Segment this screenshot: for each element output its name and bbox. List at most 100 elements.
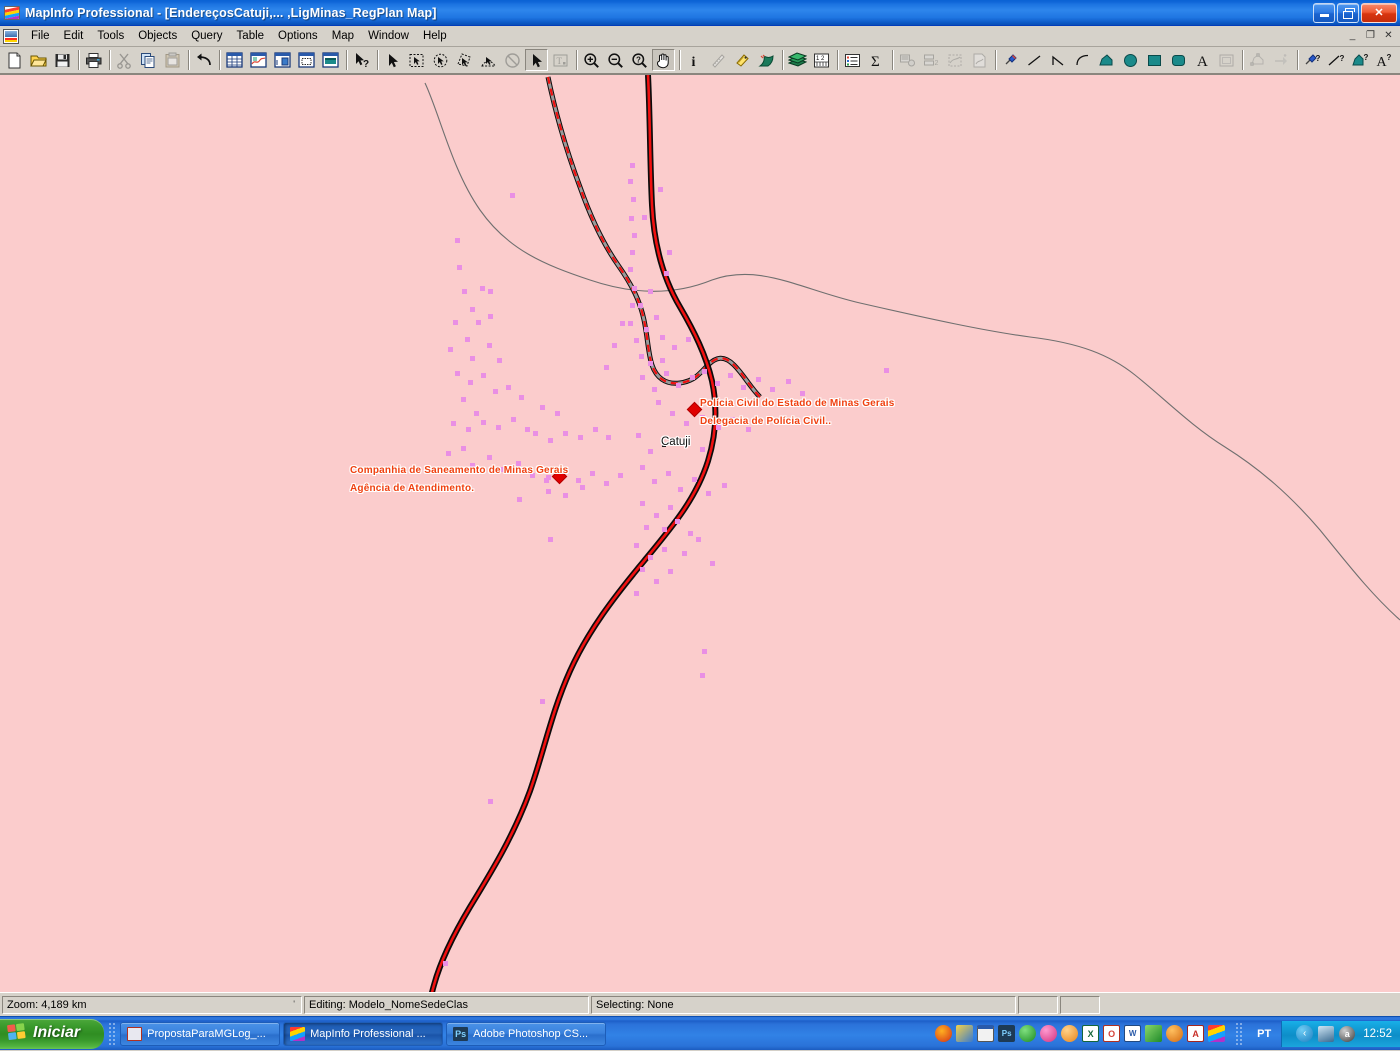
mdi-close-button[interactable]: ✕ [1380, 28, 1397, 44]
mapinfo-logo-icon[interactable] [4, 5, 20, 20]
outlook-icon[interactable]: O [1103, 1025, 1121, 1042]
polyline-icon[interactable] [1047, 49, 1070, 71]
menu-help[interactable]: Help [416, 28, 454, 44]
mdi-minimize-button[interactable]: _ [1344, 28, 1361, 44]
status-editing-panel[interactable]: Editing: Modelo_NomeSedeClas [304, 995, 589, 1014]
statistics-list-icon[interactable] [841, 49, 864, 71]
info-tool-icon[interactable]: i [683, 49, 706, 71]
label-tag-icon[interactable] [731, 49, 754, 71]
copy-pages-icon[interactable] [137, 49, 160, 71]
mapinfo-logo-icon[interactable] [1208, 1025, 1226, 1042]
utility-icon[interactable] [956, 1025, 974, 1042]
text-style-icon[interactable]: A? [1373, 49, 1396, 71]
restore-button[interactable] [1337, 2, 1359, 23]
drag-map-window-icon[interactable] [755, 49, 778, 71]
symbol-style-icon[interactable]: ? [1301, 49, 1324, 71]
photoshop-icon[interactable]: Ps [998, 1025, 1016, 1042]
window-icon[interactable] [977, 1025, 995, 1042]
green-shield-icon[interactable] [1019, 1025, 1037, 1042]
undo-arrow-icon[interactable] [192, 49, 215, 71]
excel-icon[interactable]: X [1082, 1025, 1100, 1042]
new-document-icon[interactable] [3, 49, 26, 71]
ellipse-icon[interactable] [1119, 49, 1142, 71]
set-target-district-icon[interactable] [896, 49, 919, 71]
menu-table[interactable]: Table [230, 28, 272, 44]
open-folder-icon[interactable] [27, 49, 50, 71]
sigma-sum-icon[interactable]: Σ [865, 49, 888, 71]
line-style-icon[interactable]: ? [1325, 49, 1348, 71]
select-arrow-icon[interactable] [381, 49, 404, 71]
network-icon[interactable] [1318, 1025, 1335, 1042]
unselect-all-icon[interactable] [501, 49, 524, 71]
firefox-icon[interactable] [935, 1025, 953, 1042]
zoom-question-icon[interactable]: ? [628, 49, 651, 71]
orange-circle-icon[interactable] [1061, 1025, 1079, 1042]
printer-icon[interactable] [82, 49, 105, 71]
pan-hand-icon[interactable] [652, 49, 675, 71]
save-disk-icon[interactable] [51, 49, 74, 71]
map-canvas[interactable]: Catuji Polícia Civil do Estado de Minas … [0, 74, 1400, 992]
document-icon[interactable] [3, 28, 19, 44]
clip-region-icon[interactable] [944, 49, 967, 71]
line-icon[interactable] [1023, 49, 1046, 71]
messenger-icon[interactable] [1145, 1025, 1163, 1042]
word-icon[interactable]: W [1124, 1025, 1142, 1042]
add-node-icon[interactable] [1270, 49, 1293, 71]
zoom-out-magnifier-icon[interactable] [604, 49, 627, 71]
start-button[interactable]: Iniciar [0, 1019, 105, 1049]
symbol-pin-icon[interactable] [999, 49, 1022, 71]
pink-app-icon[interactable] [1040, 1025, 1058, 1042]
status-zoom-panel[interactable]: Zoom: 4,189 km ' [2, 995, 302, 1014]
status-selecting-panel[interactable]: Selecting: None [591, 995, 1016, 1014]
new-redistrict-icon[interactable] [319, 49, 342, 71]
arc-icon[interactable] [1071, 49, 1094, 71]
taskbar-grip[interactable] [108, 1021, 117, 1046]
new-mapper-icon[interactable] [247, 49, 270, 71]
clip-region-off-icon[interactable] [968, 49, 991, 71]
tray-grip[interactable] [1235, 1021, 1244, 1046]
media-player-icon[interactable] [1166, 1025, 1184, 1042]
radius-select-icon[interactable] [429, 49, 452, 71]
acrobat-reader-icon[interactable]: A [1187, 1025, 1205, 1042]
text-letter-a-icon[interactable]: A [1191, 49, 1214, 71]
marquee-select-icon[interactable] [405, 49, 428, 71]
new-graph-icon[interactable] [271, 49, 294, 71]
scissors-cut-icon[interactable] [113, 49, 136, 71]
window-title-bar[interactable]: MapInfo Professional - [EndereçosCatuji,… [0, 0, 1400, 26]
polygon-select-icon[interactable] [453, 49, 476, 71]
taskbar-clock[interactable]: 12:52 [1363, 1028, 1392, 1040]
status-panel-5[interactable] [1060, 995, 1100, 1014]
context-help-arrow-icon[interactable]: ? [350, 49, 373, 71]
rectangle-icon[interactable] [1143, 49, 1166, 71]
antivirus-icon[interactable]: a [1339, 1025, 1356, 1042]
minimize-button[interactable] [1313, 2, 1335, 23]
close-button[interactable]: ✕ [1361, 2, 1397, 23]
zoom-in-magnifier-icon[interactable] [580, 49, 603, 71]
language-indicator[interactable]: PT [1247, 1028, 1281, 1040]
menu-query[interactable]: Query [184, 28, 229, 44]
new-browser-grid-icon[interactable] [223, 49, 246, 71]
clipboard-paste-icon[interactable] [161, 49, 184, 71]
menu-objects[interactable]: Objects [131, 28, 184, 44]
menu-map[interactable]: Map [325, 28, 361, 44]
menu-options[interactable]: Options [271, 28, 325, 44]
select-text-icon[interactable]: T [549, 49, 572, 71]
taskbar-item-mapinfo[interactable]: MapInfo Professional ... [283, 1021, 444, 1046]
layer-control-books-icon[interactable] [786, 49, 809, 71]
legend-numbers-icon[interactable]: 1 2 [810, 49, 833, 71]
menu-tools[interactable]: Tools [90, 28, 131, 44]
menu-edit[interactable]: Edit [57, 28, 91, 44]
mdi-restore-button[interactable]: ❐ [1362, 28, 1379, 44]
menu-file[interactable]: File [24, 28, 57, 44]
rounded-rectangle-icon[interactable] [1167, 49, 1190, 71]
new-layout-icon[interactable] [295, 49, 318, 71]
taskbar-item-photoshop[interactable]: Ps Adobe Photoshop CS... [446, 1021, 607, 1046]
ruler-icon[interactable] [707, 49, 730, 71]
assign-selection-icon[interactable]: 2 [920, 49, 943, 71]
boundary-select-icon[interactable] [477, 49, 500, 71]
menu-window[interactable]: Window [361, 28, 416, 44]
polygon-icon[interactable] [1095, 49, 1118, 71]
frame-icon[interactable] [1215, 49, 1238, 71]
reshape-node-icon[interactable] [1246, 49, 1269, 71]
region-style-icon[interactable]: ? [1349, 49, 1372, 71]
